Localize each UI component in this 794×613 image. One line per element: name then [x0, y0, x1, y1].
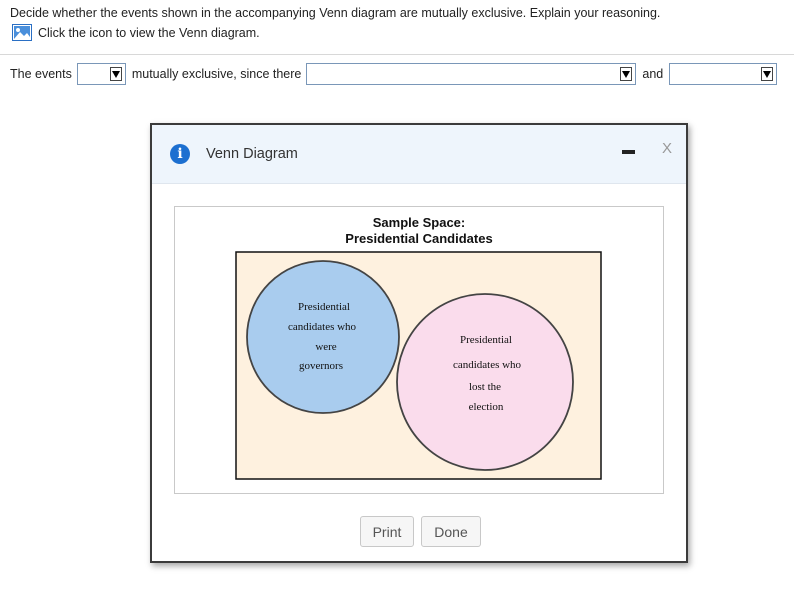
are-are-not-dropdown[interactable] [76, 63, 126, 85]
chevron-down-icon[interactable] [620, 67, 633, 81]
answer-conjunction: and [642, 67, 664, 81]
set-a-label-line2: candidates who [288, 321, 357, 333]
image-icon[interactable] [12, 24, 32, 41]
set-a-label-line3: were [315, 341, 336, 353]
set-b-label-line3: lost the [469, 381, 501, 393]
answer-row: The events mutually exclusive, since the… [10, 62, 778, 86]
venn-title-line1: Sample Space: [373, 215, 466, 230]
view-venn-link[interactable]: Click the icon to view the Venn diagram. [12, 24, 260, 41]
answer-middle: mutually exclusive, since there [131, 67, 302, 81]
reason-dropdown[interactable] [306, 63, 637, 85]
chevron-down-icon[interactable] [109, 67, 122, 81]
venn-diagram: Sample Space: Presidential Candidates Pr… [235, 215, 602, 480]
print-button[interactable]: Print [360, 516, 414, 547]
divider [0, 54, 794, 55]
venn-title-line2: Presidential Candidates [345, 231, 492, 246]
dialog-header[interactable]: i Venn Diagram X [152, 125, 686, 184]
chevron-down-icon[interactable] [761, 67, 774, 81]
venn-dialog: i Venn Diagram X Sample Space: President… [150, 123, 688, 563]
minimize-button[interactable] [622, 148, 636, 156]
set-b-label-line4: election [469, 401, 504, 413]
set-b-label-line1: Presidential [460, 334, 512, 346]
close-button[interactable]: X [662, 140, 672, 157]
reason2-dropdown[interactable] [669, 63, 778, 85]
venn-diagram-frame: Sample Space: Presidential Candidates Pr… [174, 206, 664, 494]
set-b-label-line2: candidates who [453, 359, 522, 371]
dialog-title: Venn Diagram [206, 146, 298, 162]
question-text: Decide whether the events shown in the a… [10, 6, 661, 20]
view-venn-link-label[interactable]: Click the icon to view the Venn diagram. [38, 26, 260, 40]
set-a-label-line1: Presidential [298, 301, 350, 313]
done-button[interactable]: Done [421, 516, 481, 547]
answer-prefix: The events [10, 67, 72, 81]
info-icon: i [170, 144, 190, 164]
set-a-label-line4: governors [299, 360, 343, 372]
